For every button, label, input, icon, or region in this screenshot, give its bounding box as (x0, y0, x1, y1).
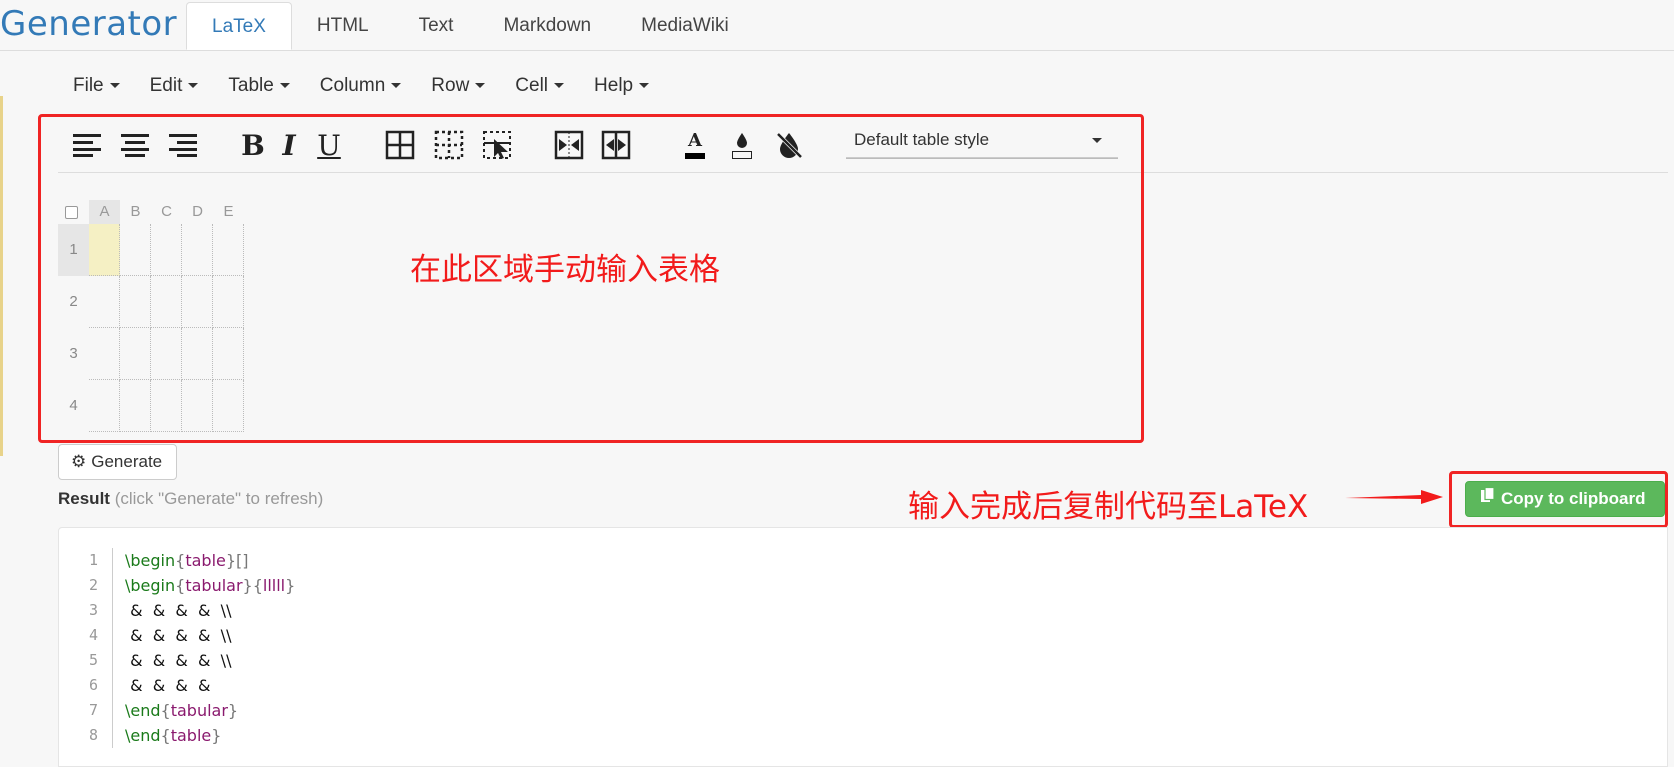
caret-down-icon (554, 83, 565, 89)
code-line: \end{table} (125, 723, 295, 748)
code-token: { (175, 576, 186, 595)
code-token: { (160, 726, 171, 745)
line-number: 7 (88, 701, 98, 719)
caret-down-icon (109, 83, 120, 89)
code-token: \end (125, 726, 161, 745)
menu-table[interactable]: Table (213, 70, 304, 102)
code-content: \begin{table}[] \begin{tabular}{lllll} & … (125, 548, 295, 748)
top-navbar: Generator LaTeX HTML Text Markdown Media… (0, 0, 1674, 51)
line-number: 5 (88, 651, 98, 669)
brand-title: Generator (0, 4, 178, 44)
menu-label: Cell (515, 75, 549, 96)
menu-cell[interactable]: Cell (500, 70, 579, 102)
code-line: & & & & \\ (125, 623, 295, 648)
code-token: & & & & \\ (125, 601, 232, 620)
generate-label: Generate (91, 452, 163, 471)
generate-button[interactable]: ⚙ Generate (58, 444, 178, 480)
caret-down-icon (391, 83, 402, 89)
code-token: { (160, 701, 171, 720)
menu-label: Edit (149, 75, 183, 96)
code-token: & & & & (125, 676, 216, 695)
line-number: 4 (88, 626, 98, 644)
format-tabs: LaTeX HTML Text Markdown MediaWiki (186, 2, 754, 51)
line-number: 1 (88, 551, 98, 569)
copy-to-clipboard-button[interactable]: Copy to clipboard (1465, 481, 1665, 517)
menu-label: File (73, 75, 104, 96)
code-token: & & & & \\ (125, 626, 232, 645)
code-line: \begin{tabular}{lllll} (125, 573, 295, 598)
code-token: \begin (125, 551, 176, 570)
annotation-arrow-icon (1345, 490, 1443, 504)
annotation-input-area-text: 在此区域手动输入表格 (410, 252, 720, 288)
code-line: \begin{table}[] (125, 548, 295, 573)
caret-down-icon (279, 83, 290, 89)
code-token: { (175, 551, 186, 570)
code-token: & & & & \\ (125, 651, 232, 670)
menu-label: Table (228, 75, 274, 96)
gears-icon: ⚙ (71, 452, 87, 471)
menu-label: Help (594, 75, 634, 96)
code-token: } (211, 726, 222, 745)
code-token: \begin (125, 576, 176, 595)
code-token: } (285, 576, 296, 595)
code-token: \end (125, 701, 161, 720)
menu-column[interactable]: Column (305, 70, 416, 102)
caret-down-icon (188, 83, 199, 89)
line-number: 6 (88, 676, 98, 694)
code-token: }{ (242, 576, 263, 595)
code-token: }[] (225, 551, 249, 570)
tab-text[interactable]: Text (394, 2, 479, 50)
copy-label: Copy to clipboard (1501, 489, 1646, 508)
caret-down-icon (475, 83, 486, 89)
annotation-copy-hint-text: 输入完成后复制代码至LaTeX (908, 489, 1309, 525)
copy-icon (1480, 482, 1495, 516)
line-number: 2 (88, 576, 98, 594)
menu-edit[interactable]: Edit (135, 70, 214, 102)
result-label: Result (click "Generate" to refresh) (58, 488, 323, 510)
code-line: & & & & \\ (125, 648, 295, 673)
menu-help[interactable]: Help (579, 70, 664, 102)
code-token: } (227, 701, 239, 720)
code-token: table (185, 551, 226, 570)
line-number: 3 (88, 601, 98, 619)
line-number: 8 (88, 726, 98, 744)
code-line: & & & & (125, 673, 295, 698)
tab-latex[interactable]: LaTeX (186, 2, 292, 50)
result-title: Result (58, 489, 110, 508)
code-line: \end{tabular} (125, 698, 295, 723)
menu-row[interactable]: Row (416, 70, 500, 102)
menu-label: Column (319, 75, 386, 96)
latex-code-editor[interactable]: 12345678 \begin{table}[] \begin{tabular}{… (58, 527, 1668, 767)
code-line: & & & & \\ (125, 598, 295, 623)
code-token: lllll (262, 576, 286, 595)
caret-down-icon (639, 83, 650, 89)
menu-label: Row (431, 75, 470, 96)
menubar: File Edit Table Column Row Cell Help (58, 70, 664, 102)
code-token: tabular (170, 701, 228, 720)
tab-markdown[interactable]: Markdown (478, 2, 616, 50)
code-token: table (170, 726, 212, 745)
tab-html[interactable]: HTML (292, 2, 394, 50)
left-edge-strip (0, 96, 3, 456)
tab-mediawiki[interactable]: MediaWiki (616, 2, 754, 50)
line-number-gutter: 1 2 3 4 5 6 7 8 (59, 548, 113, 748)
menu-file[interactable]: File (58, 70, 135, 102)
result-hint: (click "Generate" to refresh) (109, 489, 324, 508)
code-token: tabular (185, 576, 243, 595)
